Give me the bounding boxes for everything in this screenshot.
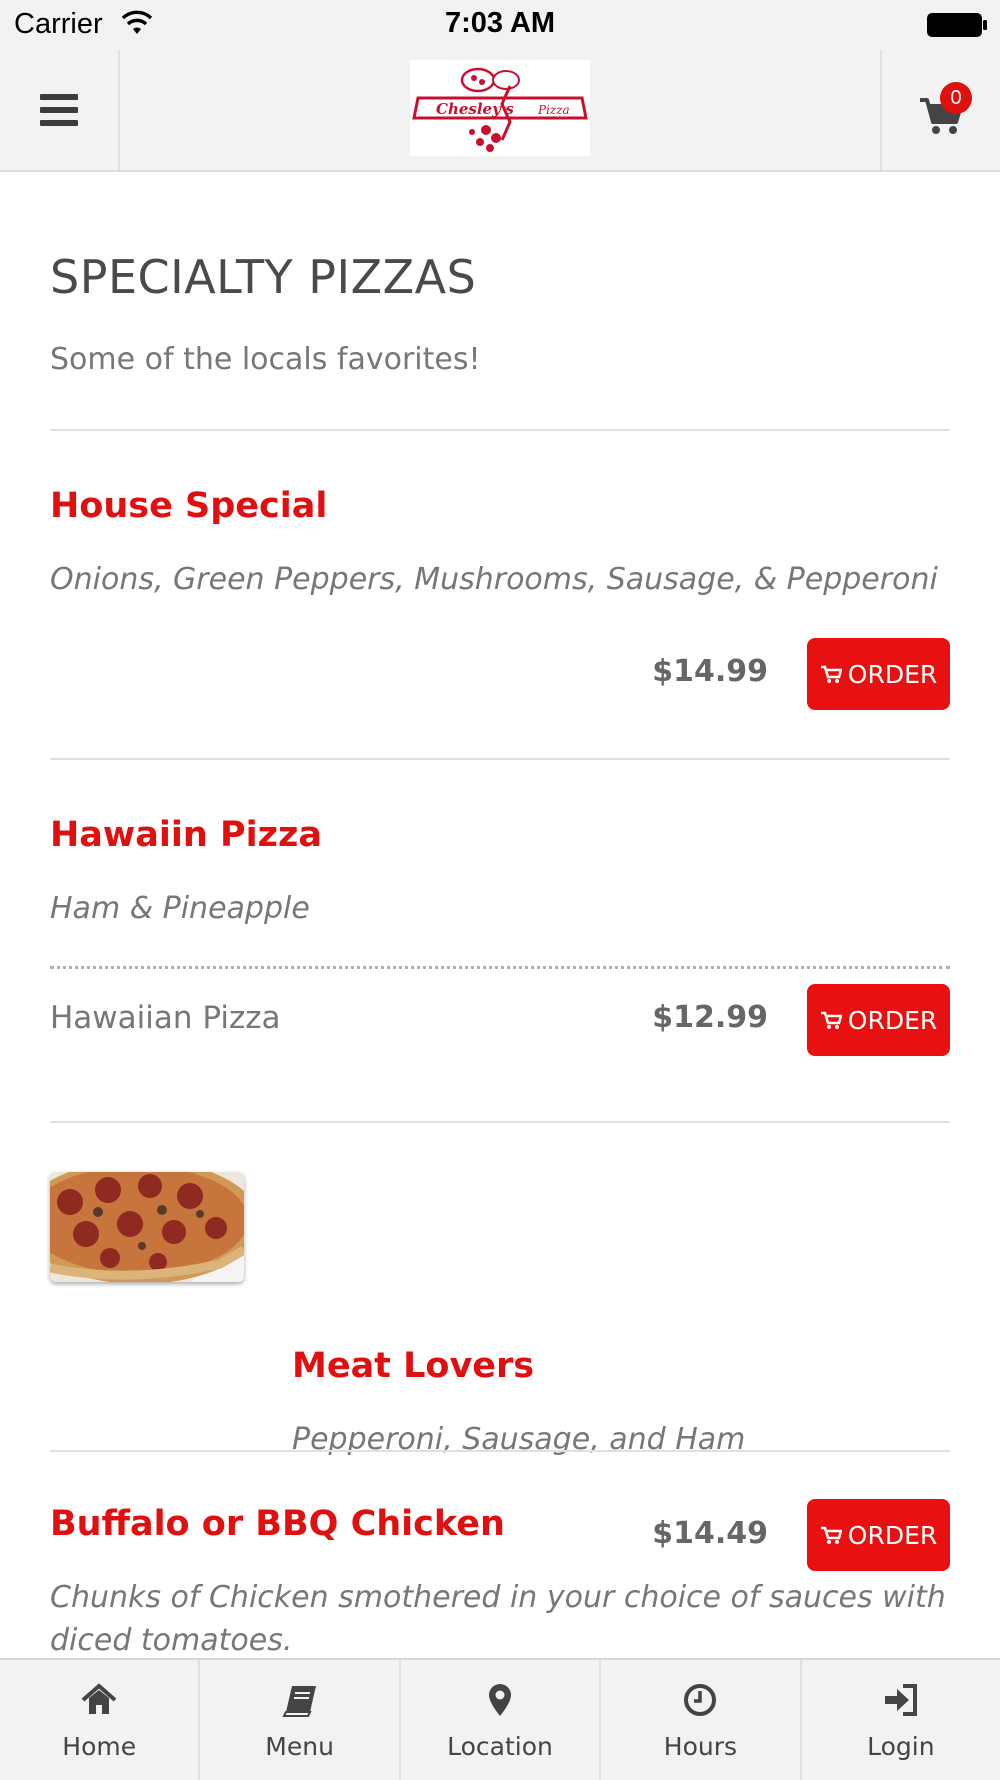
item-description: Ham & Pineapple [50,891,310,926]
order-button[interactable]: ORDER [807,638,950,710]
order-button[interactable]: ORDER [807,984,950,1056]
app-header: Chesley's Pizza 0 [0,50,1000,172]
divider [50,429,950,431]
tab-hours[interactable]: Hours [601,1660,802,1780]
tab-label: Login [867,1732,935,1761]
battery-icon [927,13,987,37]
tab-menu[interactable]: Menu [200,1660,401,1780]
tab-home[interactable]: Home [0,1660,201,1780]
dotted-divider [50,966,950,969]
section-subtitle: Some of the locals favorites! [50,342,481,377]
item-price: $14.49 [652,1516,768,1551]
status-bar: Carrier 7:03 AM [0,0,1000,50]
restaurant-logo: Chesley's Pizza [410,60,590,156]
tab-label: Home [62,1732,137,1761]
clock-icon [684,1684,717,1716]
tab-label: Menu [265,1732,334,1761]
variant-label: Hawaiian Pizza [50,1000,281,1036]
home-icon [81,1683,117,1714]
order-button[interactable]: ORDER [807,1499,950,1571]
item-price: $12.99 [652,1000,768,1035]
tab-label: Hours [663,1732,738,1761]
cart-icon [820,665,842,683]
divider [50,1450,950,1452]
hamburger-icon [40,94,78,126]
cart-icon [820,1011,842,1029]
item-price: $14.99 [652,654,768,689]
pizza-thumbnail[interactable] [50,1172,244,1282]
tab-label: Location [447,1732,553,1761]
item-name[interactable]: Hawaiin Pizza [50,815,322,855]
order-button-label: ORDER [847,1520,938,1550]
cart-count-badge: 0 [940,82,972,114]
item-description: Pepperoni, Sausage, and Ham [292,1422,746,1457]
cart-button[interactable]: 0 [880,50,1000,170]
order-button-label: ORDER [847,659,938,689]
tab-location[interactable]: Location [401,1660,602,1780]
item-name[interactable]: Buffalo or BBQ Chicken [50,1504,505,1544]
item-name[interactable]: House Special [50,486,327,526]
bottom-tab-bar: Home Menu Location Hours Login [0,1658,1000,1780]
tab-login[interactable]: Login [802,1660,1000,1780]
item-description: Onions, Green Peppers, Mushrooms, Sausag… [50,562,938,597]
item-name[interactable]: Meat Lovers [292,1346,534,1386]
menu-button[interactable] [0,50,120,170]
item-description: Chunks of Chicken smothered in your choi… [50,1580,946,1658]
divider [50,1121,950,1123]
divider [50,758,950,760]
cart-icon [820,1526,842,1544]
svg-text:Pizza: Pizza [537,103,570,117]
order-button-label: ORDER [847,1005,938,1035]
map-pin-icon [489,1684,512,1716]
page-title: SPECIALTY PIZZAS [50,250,477,304]
status-time: 7:03 AM [444,7,556,39]
sign-in-icon [884,1684,917,1716]
book-icon [281,1686,316,1717]
